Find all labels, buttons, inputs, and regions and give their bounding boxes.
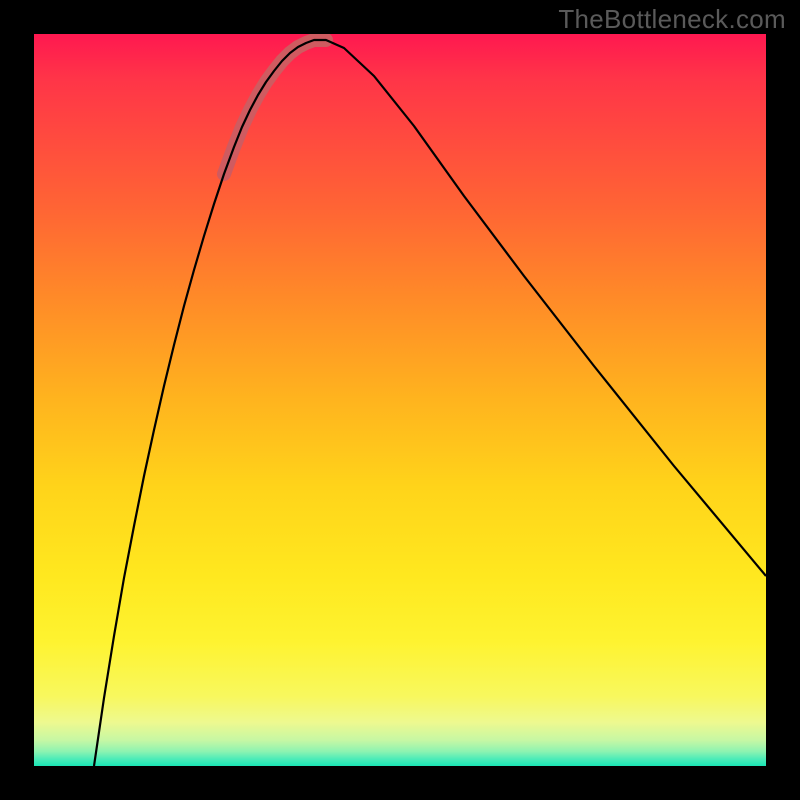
chart-container: TheBottleneck.com [0, 0, 800, 800]
plot-area [34, 34, 766, 766]
highlight-segment [224, 40, 326, 174]
main-curve [94, 40, 766, 766]
attribution-text: TheBottleneck.com [558, 4, 786, 35]
curve-layer [34, 34, 766, 766]
